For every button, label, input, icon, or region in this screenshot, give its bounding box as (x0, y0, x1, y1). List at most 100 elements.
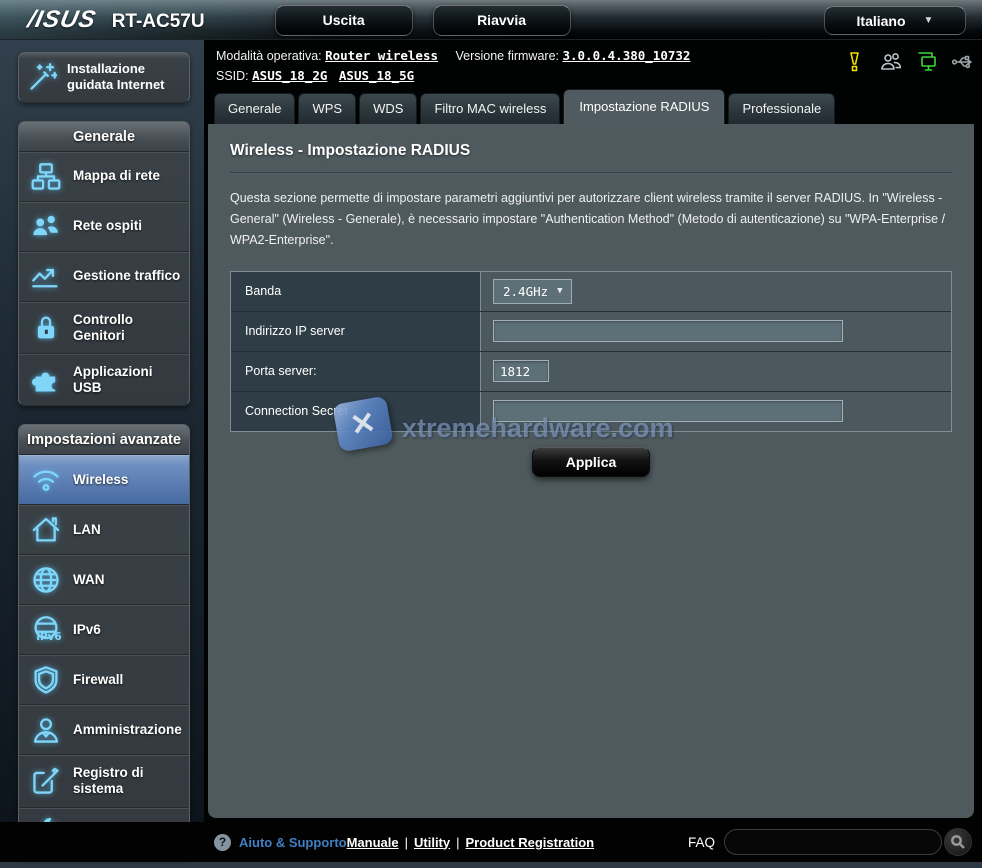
section-title: Impostazioni avanzate (19, 425, 189, 455)
sidebar-item-guest-network[interactable]: Rete ospiti (19, 202, 189, 252)
ssid-5g-link[interactable]: ASUS_18_5G (339, 68, 414, 83)
server-port-input[interactable] (493, 360, 549, 382)
field-label: Banda (231, 272, 481, 311)
radius-settings-table: Banda 2.4GHz ▼ Indirizzo IP server (230, 271, 952, 432)
tab-filtro-mac[interactable]: Filtro MAC wireless (420, 93, 560, 124)
sidebar-item-lan[interactable]: LAN (19, 505, 189, 555)
system-log-icon (31, 766, 61, 796)
lan-devices-icon[interactable] (915, 50, 939, 74)
faq-label: FAQ (688, 835, 715, 850)
router-admin-page: /ISUS RT-AC57U Uscita Riavvia Italiano ▼… (0, 0, 982, 868)
content-panel: Wireless - Impostazione RADIUS Questa se… (208, 124, 974, 818)
parental-control-icon (31, 313, 61, 343)
firmware-version-link[interactable]: 3.0.0.4.380_10732 (562, 48, 690, 63)
sidebar-item-system-log[interactable]: Registro di sistema (19, 755, 189, 807)
clients-icon[interactable] (879, 50, 903, 74)
wan-icon (31, 565, 61, 595)
link-separator: | (405, 835, 408, 850)
sidebar-item-label: Installazione guidata Internet (67, 61, 181, 94)
chevron-down-icon: ▼ (557, 286, 562, 296)
band-select-value: 2.4GHz (503, 284, 548, 299)
usb-application-icon (31, 365, 61, 395)
lan-icon (31, 515, 61, 545)
sidebar-item-ipv6[interactable]: IPv6 IPv6 (19, 605, 189, 655)
top-bar: /ISUS RT-AC57U Uscita Riavvia Italiano ▼ (0, 0, 982, 40)
manual-link[interactable]: Manuale (347, 835, 399, 850)
sidebar-item-firewall[interactable]: Firewall (19, 655, 189, 705)
sidebar-item-label: Controllo Genitori (73, 312, 183, 344)
language-label: Italiano (857, 13, 906, 29)
guest-network-icon (31, 212, 61, 242)
tab-wds[interactable]: WDS (359, 93, 417, 124)
search-icon (950, 834, 966, 850)
sidebar-item-label: Wireless (73, 472, 128, 488)
sidebar-item-parental-control[interactable]: Controllo Genitori (19, 302, 189, 354)
field-label: Indirizzo IP server (231, 312, 481, 351)
sidebar-section-general: Generale Mappa di rete Rete ospiti (18, 121, 190, 407)
network-map-icon (31, 162, 61, 192)
sidebar: Installazione guidata Internet Generale … (0, 40, 204, 822)
firmware-alert-icon[interactable] (843, 50, 867, 74)
band-select[interactable]: 2.4GHz ▼ (493, 279, 572, 304)
sidebar-item-wireless[interactable]: Wireless (19, 455, 189, 505)
ipv6-icon: IPv6 (31, 615, 61, 645)
asus-logo: /ISUS (25, 6, 99, 34)
sidebar-item-label: Registro di sistema (73, 765, 183, 797)
tab-professionale[interactable]: Professionale (728, 93, 835, 124)
usb-icon[interactable] (951, 50, 975, 74)
sidebar-item-label: Firewall (73, 672, 123, 688)
sidebar-item-label: Mappa di rete (73, 168, 160, 184)
chevron-down-icon: ▼ (924, 15, 934, 26)
page-title: Wireless - Impostazione RADIUS (230, 142, 952, 160)
model-name: RT-AC57U (112, 11, 205, 33)
sidebar-item-network-map[interactable]: Mappa di rete (19, 152, 189, 202)
sidebar-item-label: Gestione traffico (73, 268, 180, 284)
brand: /ISUS RT-AC57U (28, 6, 205, 34)
sidebar-section-advanced: Impostazioni avanzate Wireless LAN (18, 424, 190, 857)
footer: ? Aiuto & Supporto Manuale | Utility | P… (0, 822, 982, 862)
sidebar-item-label: Amministrazione (73, 722, 182, 738)
sidebar-item-traffic-manager[interactable]: Gestione traffico (19, 252, 189, 302)
sidebar-item-label: LAN (73, 522, 101, 538)
status-icons (843, 50, 975, 74)
sidebar-item-administration[interactable]: Amministrazione (19, 705, 189, 755)
page-description: Questa sezione permette di impostare par… (230, 188, 952, 252)
operation-mode-link[interactable]: Router wireless (325, 48, 438, 63)
sidebar-item-label: Applicazioni USB (73, 364, 183, 396)
table-row: Banda 2.4GHz ▼ (231, 272, 951, 312)
table-row: Porta server: (231, 352, 951, 392)
help-icon: ? (214, 834, 231, 851)
reboot-button[interactable]: Riavvia (433, 5, 571, 36)
sidebar-item-usb-application[interactable]: Applicazioni USB (19, 354, 189, 405)
section-title: Generale (19, 122, 189, 152)
sidebar-item-label: Rete ospiti (73, 218, 142, 234)
logout-button[interactable]: Uscita (275, 5, 413, 36)
field-label: Connection Secret (231, 392, 481, 431)
tab-wps[interactable]: WPS (298, 93, 356, 124)
server-ip-input[interactable] (493, 320, 843, 342)
language-selector[interactable]: Italiano ▼ (824, 6, 966, 35)
product-registration-link[interactable]: Product Registration (466, 835, 595, 850)
table-row: Connection Secret (231, 392, 951, 431)
main-area: Modalità operativa: Router wireless Vers… (204, 40, 982, 822)
link-separator: | (456, 835, 459, 850)
sidebar-item-wan[interactable]: WAN (19, 555, 189, 605)
tab-generale[interactable]: Generale (214, 93, 295, 124)
magic-wand-icon (27, 62, 57, 92)
utility-link[interactable]: Utility (414, 835, 450, 850)
field-label: Porta server: (231, 352, 481, 391)
sidebar-item-quick-setup[interactable]: Installazione guidata Internet (18, 52, 190, 103)
operation-mode-label: Modalità operativa: (216, 49, 322, 63)
sidebar-item-label: IPv6 (73, 622, 101, 638)
ssid-2g-link[interactable]: ASUS_18_2G (252, 68, 327, 83)
faq-search-input[interactable] (724, 829, 942, 855)
connection-secret-input[interactable] (493, 400, 843, 422)
ssid-label: SSID: (216, 69, 249, 83)
svg-text:IPv6: IPv6 (36, 631, 61, 643)
tab-impostazione-radius[interactable]: Impostazione RADIUS (563, 89, 725, 124)
sidebar-item-label: WAN (73, 572, 105, 588)
firmware-label: Versione firmware: (455, 49, 559, 63)
apply-button[interactable]: Applica (532, 447, 650, 477)
faq-search-button[interactable] (944, 828, 972, 856)
administration-icon (31, 715, 61, 745)
